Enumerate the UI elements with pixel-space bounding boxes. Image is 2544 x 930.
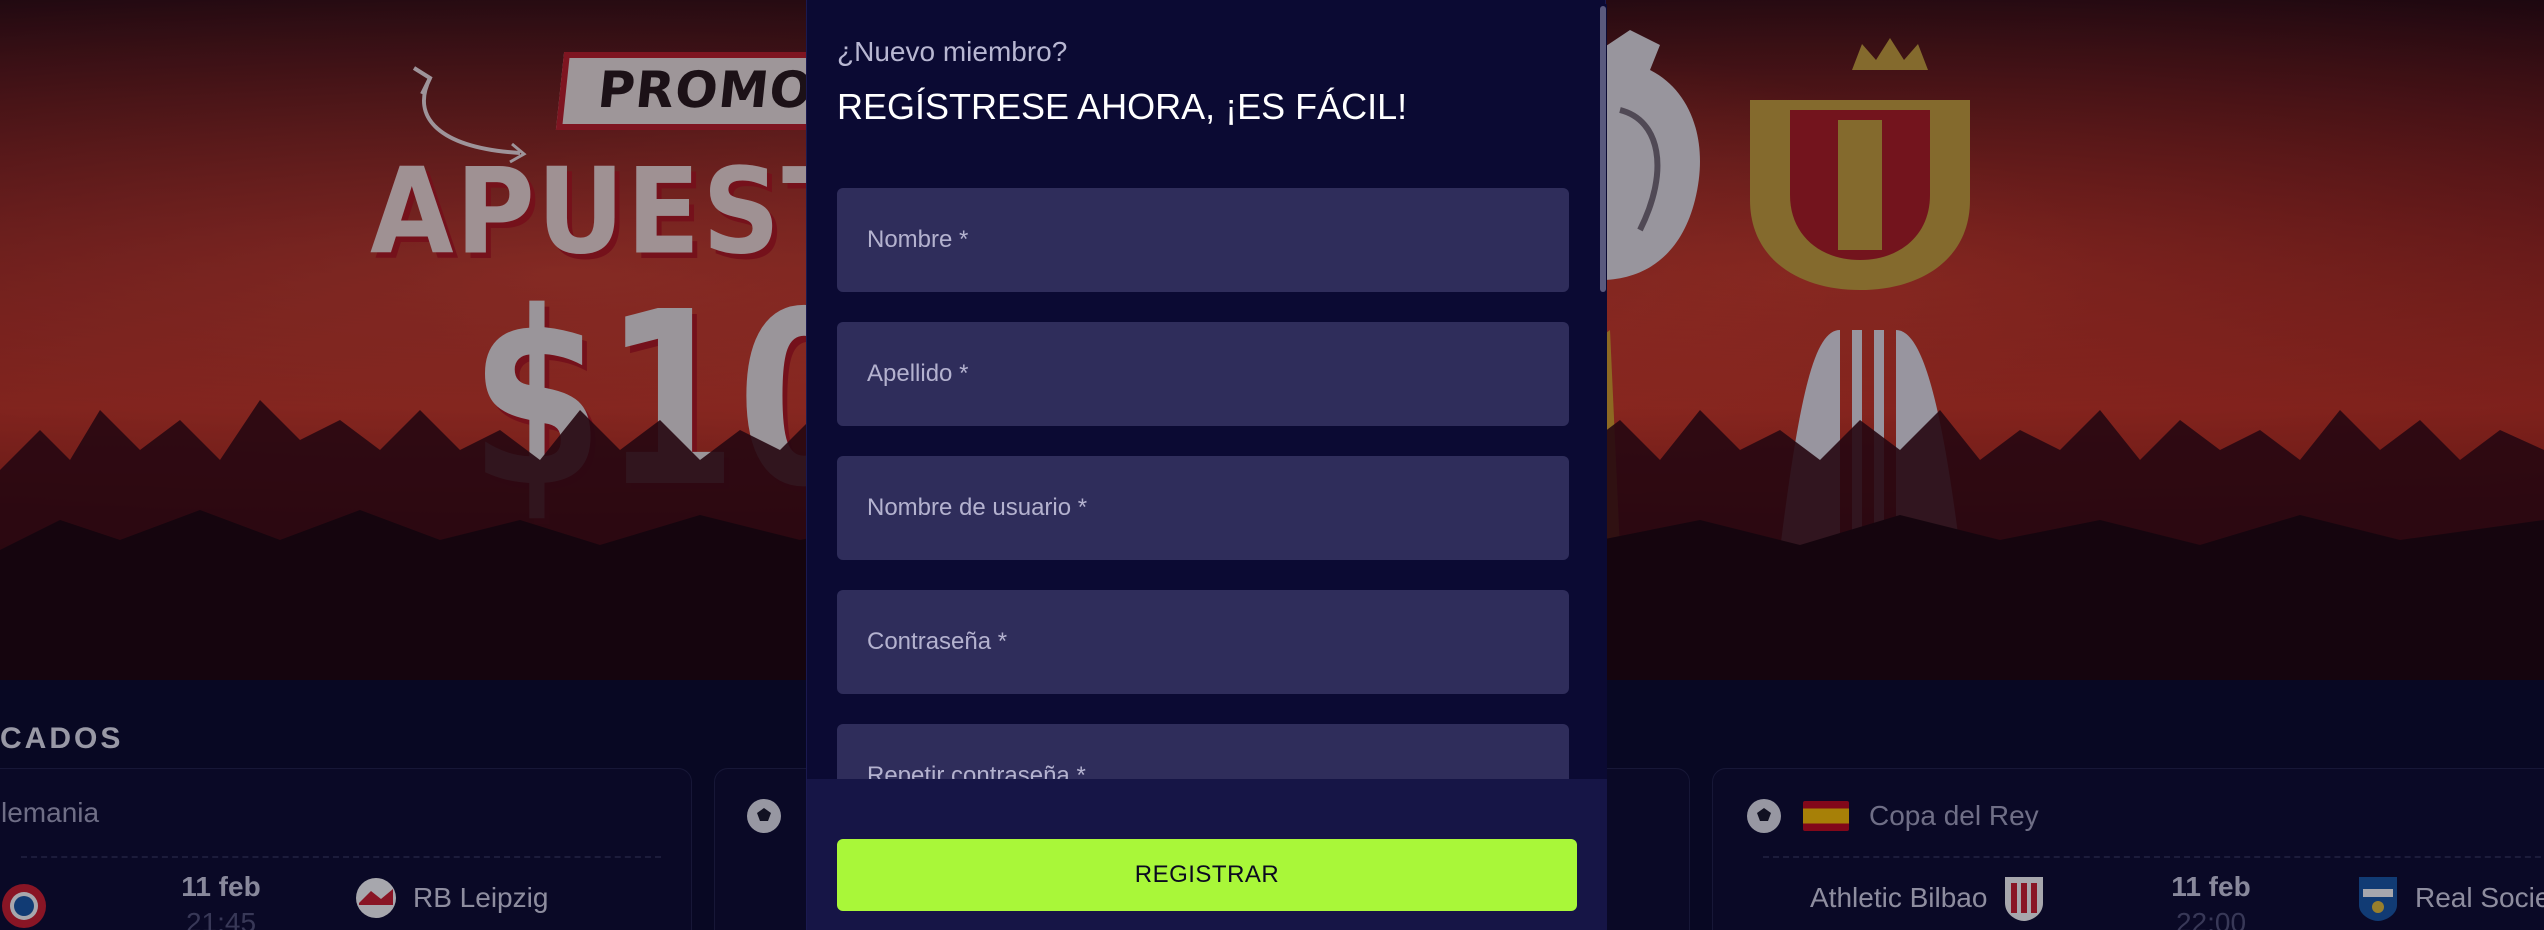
modal-footer: REGISTRAR bbox=[807, 779, 1607, 930]
modal-title: REGÍSTRESE AHORA, ¡ES FÁCIL! bbox=[837, 86, 1408, 127]
password-field[interactable] bbox=[837, 590, 1569, 694]
registration-modal: ¿Nuevo miembro? REGÍSTRESE AHORA, ¡ES FÁ… bbox=[806, 0, 1607, 930]
register-button[interactable]: REGISTRAR bbox=[837, 839, 1577, 911]
modal-scrollbar-thumb[interactable] bbox=[1600, 6, 1606, 292]
page: PROMO MAR APUESTA SIN $10 CADOS lemania … bbox=[0, 0, 2544, 930]
username-field[interactable] bbox=[837, 456, 1569, 560]
registration-form: ¿Nuevo miembro? REGÍSTRESE AHORA, ¡ES FÁ… bbox=[807, 0, 1607, 779]
last-name-field[interactable] bbox=[837, 322, 1569, 426]
modal-subtitle: ¿Nuevo miembro? bbox=[837, 36, 1068, 67]
first-name-field[interactable] bbox=[837, 188, 1569, 292]
repeat-password-field[interactable] bbox=[837, 724, 1569, 779]
